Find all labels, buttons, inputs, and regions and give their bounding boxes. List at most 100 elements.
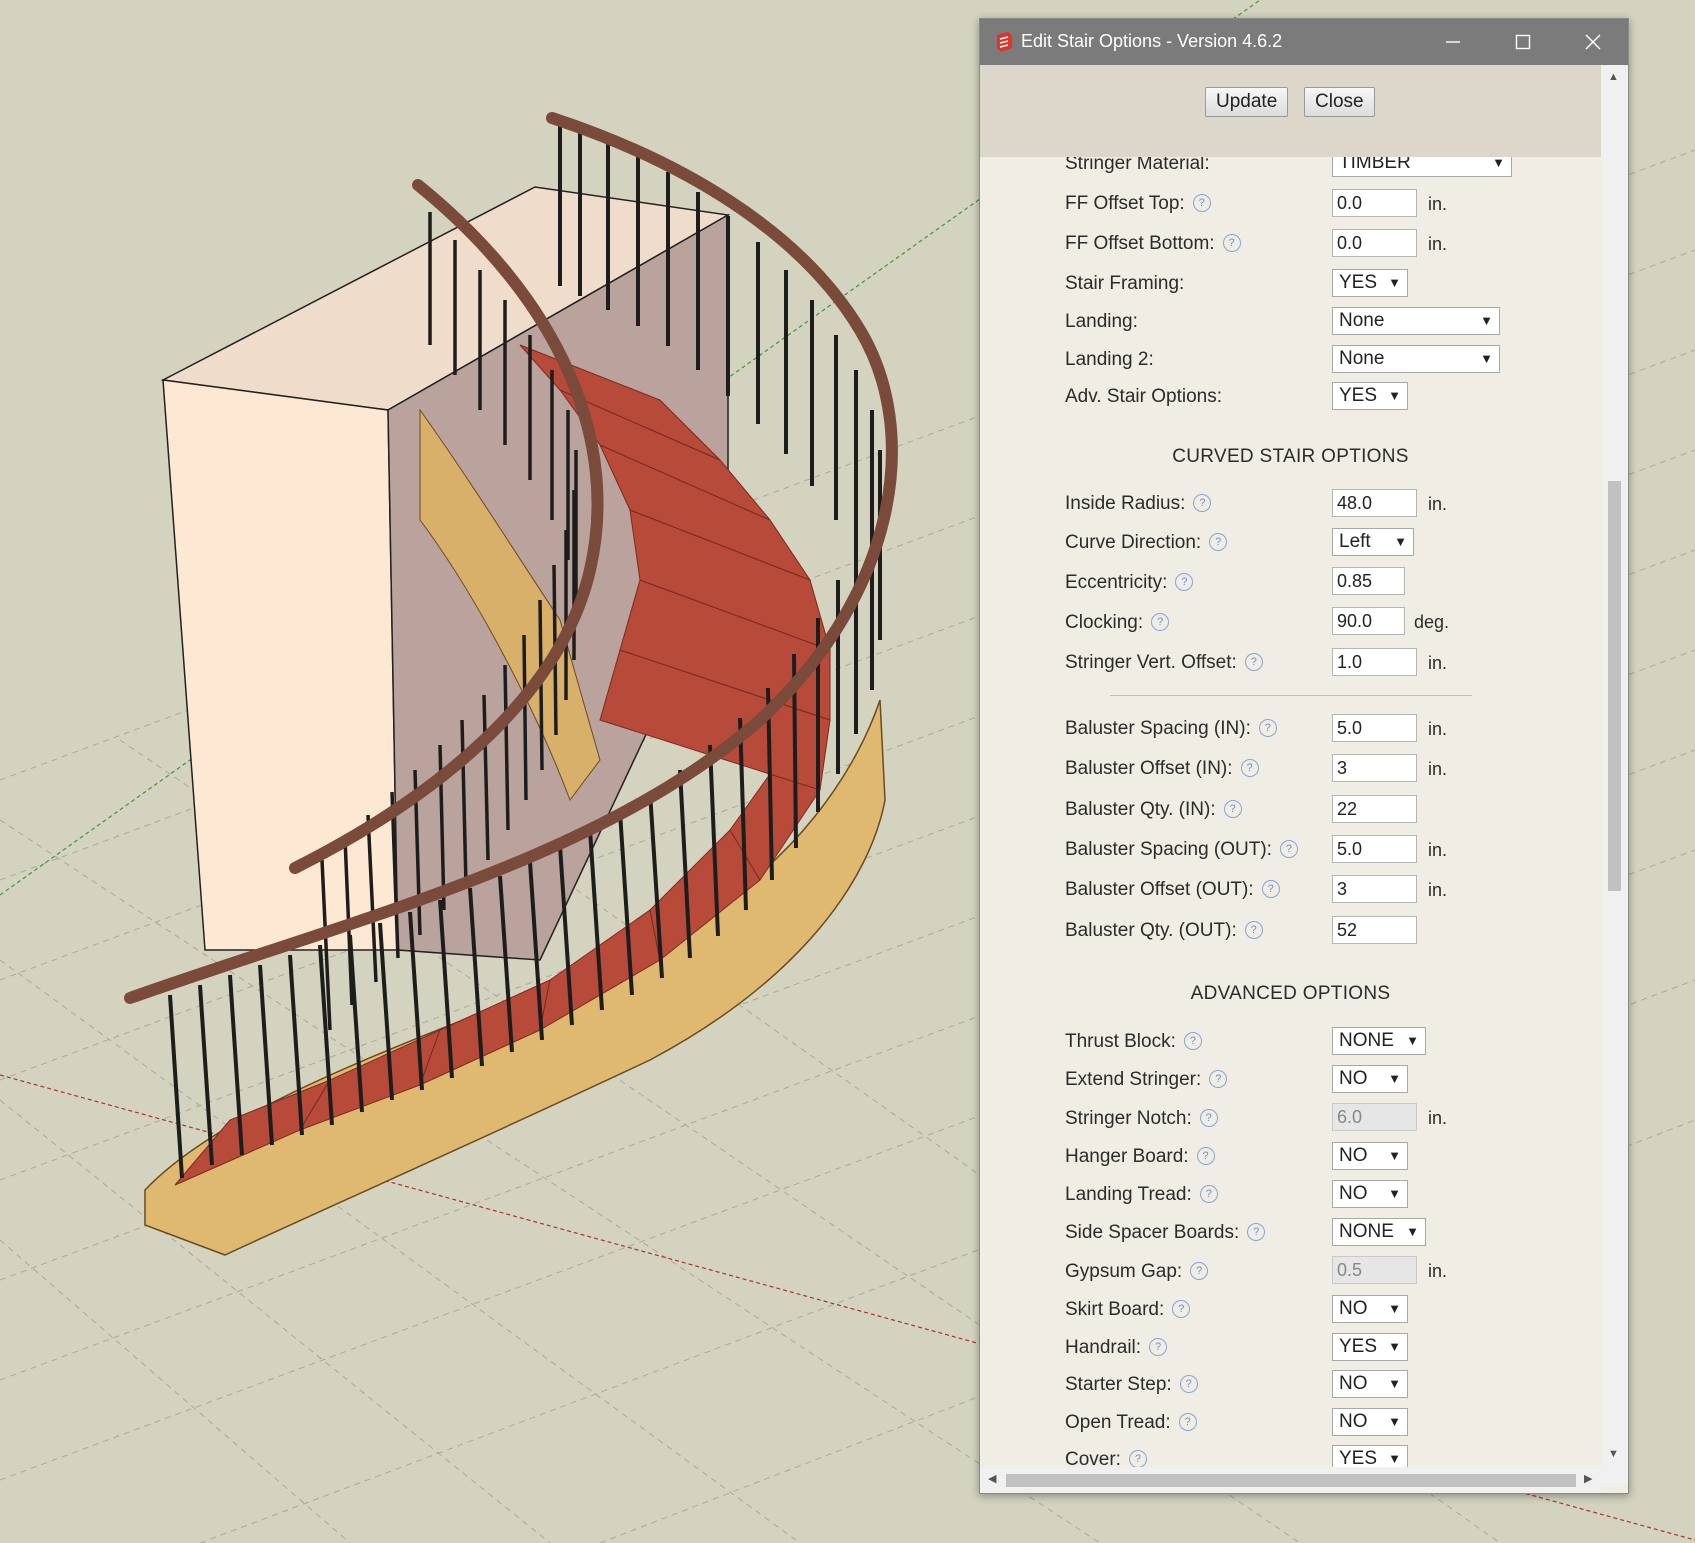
- clocking-input[interactable]: [1332, 607, 1405, 635]
- options-form: Stringer Material: TIMBER ▼ Update Close …: [980, 65, 1601, 1485]
- help-icon[interactable]: ?: [1175, 573, 1194, 591]
- baluster-offset-in-label: Baluster Offset (IN):?: [1065, 758, 1259, 780]
- baluster-spacing-in-label: Baluster Spacing (IN):?: [1065, 718, 1277, 740]
- baluster-offset-out-unit: in.: [1428, 880, 1448, 900]
- curve-direction-select[interactable]: Left ▼: [1332, 528, 1414, 556]
- help-icon[interactable]: ?: [1149, 1338, 1168, 1356]
- baluster-spacing-in-input[interactable]: [1332, 714, 1417, 742]
- help-icon[interactable]: ?: [1178, 1413, 1197, 1431]
- title-bar[interactable]: Edit Stair Options - Version 4.6.2: [980, 19, 1628, 65]
- landing-2-select[interactable]: None ▼: [1332, 345, 1500, 373]
- extend-stringer-value: NO: [1339, 1068, 1368, 1089]
- ff-offset-bottom-input[interactable]: [1332, 229, 1417, 257]
- inside-radius-unit: in.: [1428, 494, 1448, 514]
- scroll-down-arrow-icon[interactable]: ▼: [1608, 1448, 1619, 1460]
- toolbar: Update Close: [980, 65, 1601, 157]
- skirt-board-label: Skirt Board:?: [1065, 1299, 1191, 1321]
- scroll-up-arrow-icon[interactable]: ▲: [1608, 71, 1619, 83]
- help-icon[interactable]: ?: [1193, 494, 1212, 512]
- landing-select[interactable]: None ▼: [1332, 307, 1500, 335]
- stringer-vert-offset-input[interactable]: [1332, 648, 1417, 676]
- landing-2-label: Landing 2:: [1065, 349, 1154, 370]
- help-icon[interactable]: ?: [1192, 194, 1211, 212]
- inside-radius-input[interactable]: [1332, 489, 1417, 517]
- horizontal-scroll-thumb[interactable]: [1006, 1474, 1576, 1487]
- vertical-scroll-thumb[interactable]: [1608, 481, 1621, 891]
- help-icon[interactable]: ?: [1190, 1262, 1209, 1280]
- help-icon[interactable]: ?: [1258, 719, 1277, 737]
- baluster-spacing-out-unit: in.: [1428, 840, 1448, 860]
- help-icon[interactable]: ?: [1196, 1147, 1215, 1165]
- help-icon[interactable]: ?: [1244, 921, 1263, 939]
- help-icon[interactable]: ?: [1209, 1070, 1228, 1088]
- dropdown-arrow-icon: ▼: [1406, 1224, 1419, 1239]
- starter-step-label: Starter Step:?: [1065, 1374, 1198, 1396]
- landing-tread-select[interactable]: NO ▼: [1332, 1180, 1408, 1208]
- dropdown-arrow-icon: ▼: [1388, 1148, 1401, 1163]
- baluster-qty-out-label: Baluster Qty. (OUT):?: [1065, 920, 1263, 942]
- scroll-left-arrow-icon[interactable]: ◀: [988, 1472, 996, 1485]
- stair-framing-label: Stair Framing:: [1065, 273, 1185, 294]
- thrust-block-select[interactable]: NONE ▼: [1332, 1027, 1426, 1055]
- help-icon[interactable]: ?: [1209, 533, 1228, 551]
- extend-stringer-select[interactable]: NO ▼: [1332, 1065, 1408, 1093]
- baluster-offset-out-input[interactable]: [1332, 875, 1417, 903]
- vertical-scrollbar[interactable]: ▲ ▼: [1601, 65, 1628, 1485]
- baluster-offset-in-unit: in.: [1428, 759, 1448, 779]
- eccentricity-input[interactable]: [1332, 567, 1405, 595]
- close-window-button[interactable]: [1558, 19, 1628, 65]
- horizontal-scrollbar[interactable]: ◀ ▶: [980, 1467, 1601, 1493]
- dropdown-arrow-icon: ▼: [1388, 1186, 1401, 1201]
- dropdown-arrow-icon: ▼: [1388, 1414, 1401, 1429]
- stringer-vert-offset-label: Stringer Vert. Offset:?: [1065, 652, 1263, 674]
- help-icon[interactable]: ?: [1151, 613, 1170, 631]
- help-icon[interactable]: ?: [1179, 1375, 1198, 1393]
- cover-value: YES: [1339, 1448, 1378, 1469]
- help-icon[interactable]: ?: [1172, 1300, 1191, 1318]
- edit-stair-options-dialog: Edit Stair Options - Version 4.6.2 Strin…: [979, 18, 1629, 1494]
- help-icon[interactable]: ?: [1128, 1450, 1147, 1468]
- baluster-qty-out-input[interactable]: [1332, 916, 1417, 944]
- dropdown-arrow-icon: ▼: [1480, 351, 1493, 366]
- help-icon[interactable]: ?: [1279, 840, 1298, 858]
- handrail-select[interactable]: YES ▼: [1332, 1333, 1408, 1361]
- hanger-board-value: NO: [1339, 1145, 1368, 1166]
- thrust-block-label: Thrust Block:?: [1065, 1031, 1202, 1053]
- help-icon[interactable]: ?: [1199, 1185, 1218, 1203]
- help-icon[interactable]: ?: [1199, 1109, 1218, 1127]
- sketchup-app-icon: [997, 32, 1012, 52]
- baluster-offset-out-label: Baluster Offset (OUT):?: [1065, 879, 1280, 901]
- minimize-button[interactable]: [1418, 19, 1488, 65]
- help-icon[interactable]: ?: [1261, 880, 1280, 898]
- skirt-board-value: NO: [1339, 1298, 1368, 1319]
- help-icon[interactable]: ?: [1244, 653, 1263, 671]
- baluster-qty-in-input[interactable]: [1332, 795, 1417, 823]
- help-icon[interactable]: ?: [1183, 1032, 1202, 1050]
- open-tread-select[interactable]: NO ▼: [1332, 1408, 1408, 1436]
- starter-step-select[interactable]: NO ▼: [1332, 1370, 1408, 1398]
- dropdown-arrow-icon: ▼: [1394, 534, 1407, 549]
- close-button[interactable]: Close: [1304, 87, 1375, 117]
- stair-framing-value: YES: [1339, 272, 1378, 293]
- landing-tread-value: NO: [1339, 1183, 1368, 1204]
- help-icon[interactable]: ?: [1247, 1223, 1266, 1241]
- side-spacer-boards-select[interactable]: NONE ▼: [1332, 1218, 1426, 1246]
- scroll-right-arrow-icon[interactable]: ▶: [1584, 1472, 1592, 1485]
- hanger-board-select[interactable]: NO ▼: [1332, 1142, 1408, 1170]
- help-icon[interactable]: ?: [1223, 800, 1242, 818]
- help-icon[interactable]: ?: [1240, 759, 1259, 777]
- baluster-offset-in-input[interactable]: [1332, 754, 1417, 782]
- skirt-board-select[interactable]: NO ▼: [1332, 1295, 1408, 1323]
- help-icon[interactable]: ?: [1222, 234, 1241, 252]
- baluster-spacing-out-input[interactable]: [1332, 835, 1417, 863]
- stair-framing-select[interactable]: YES ▼: [1332, 269, 1408, 297]
- ff-offset-top-input[interactable]: [1332, 189, 1417, 217]
- dropdown-arrow-icon: ▼: [1388, 275, 1401, 290]
- adv-stair-options-select[interactable]: YES ▼: [1332, 382, 1408, 410]
- eccentricity-label: Eccentricity:?: [1065, 572, 1194, 594]
- dropdown-arrow-icon: ▼: [1388, 388, 1401, 403]
- gypsum-gap-unit: in.: [1428, 1261, 1448, 1281]
- stringer-notch-input: [1332, 1103, 1417, 1131]
- update-button[interactable]: Update: [1205, 87, 1289, 117]
- maximize-button[interactable]: [1488, 19, 1558, 65]
